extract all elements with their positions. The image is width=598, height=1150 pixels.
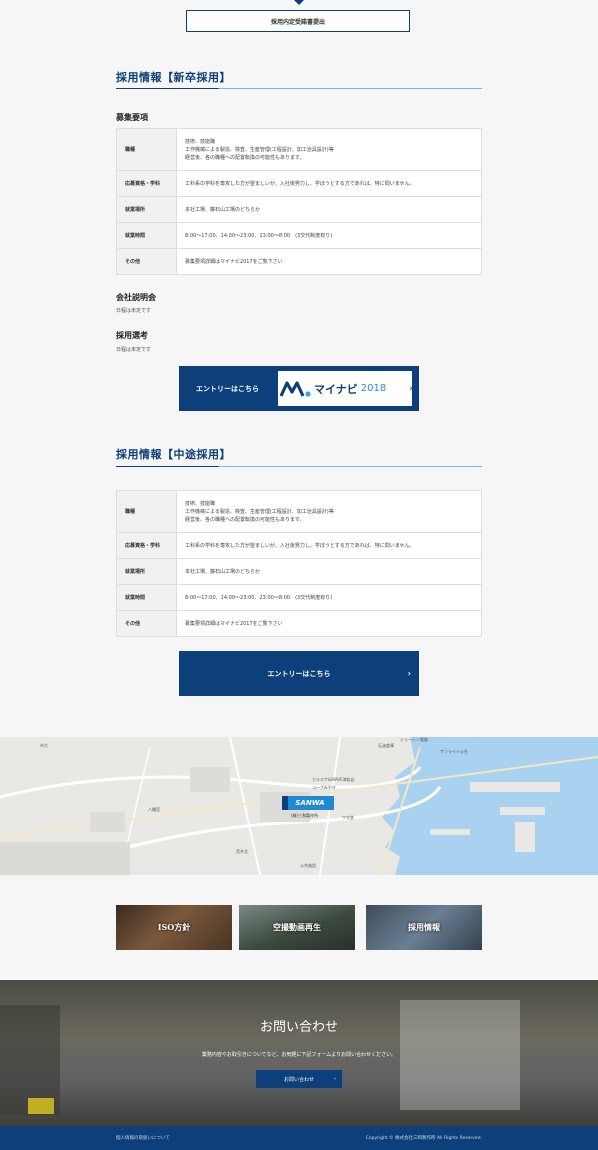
entry-label: エントリーはこちら: [196, 384, 259, 393]
section-divider: [116, 466, 482, 467]
row-key: 職種: [116, 490, 177, 533]
row-value-line: 募集要項詳細はマイナビ2017をご覧下さい: [185, 620, 283, 627]
mid-career-entry-button[interactable]: エントリーはこちら ›: [179, 651, 419, 696]
row-value: 技術、技能職 工作機械による製造、検査、生産管理(工程設計、加工治具設計)等 経営後…: [176, 490, 482, 533]
map-label: 石油倉庫: [378, 743, 394, 748]
map-label: 市大: [40, 743, 48, 748]
row-value: 工科系の学科を専攻した方が望ましいが、入社後努力し、学ぼうとする方であれば、特に…: [176, 532, 482, 559]
table-row: その他 募集要項詳細はマイナビ2017をご覧下さい: [116, 610, 482, 637]
contact-button[interactable]: お問い合わせ ›: [256, 1070, 342, 1088]
row-value-line: 技術、技能職: [185, 500, 216, 507]
table-row: その他 募集要項詳細はマイナビ2017をご覧下さい: [116, 248, 482, 275]
contact-title: お問い合わせ: [259, 1020, 338, 1035]
contact-button-label: お問い合わせ: [283, 1076, 314, 1083]
row-value: 募集要項詳細はマイナビ2017をご覧下さい: [176, 610, 482, 637]
copyright: Copyright © 株式会社三和製作所 All Rights Reserve…: [365, 1136, 482, 1141]
row-key: 就業場所: [116, 196, 177, 223]
row-key: 就業場所: [116, 558, 177, 585]
row-key: 就業時間: [116, 222, 177, 249]
map-pin-icon: [282, 796, 288, 810]
entry-label: エントリーはこちら: [267, 669, 331, 678]
new-grad-title: 採用情報【新卒採用】: [116, 71, 231, 84]
row-key: その他: [116, 248, 177, 275]
map-label: コープみやぎ: [312, 785, 336, 790]
row-key: 応募資格・学科: [116, 170, 177, 197]
mynavi-mark-icon: [279, 380, 311, 397]
table-row: 職種 技術、技能職 工作機械による製造、検査、生産管理(工程設計、加工治具設計)等経…: [116, 128, 482, 171]
table-row: 就業場所 本社工場、藤石山工場のどちらか: [116, 558, 482, 585]
mynavi-text: マイナビ: [314, 382, 358, 396]
row-value: 8:00〜17:00、14:00〜23:00、23:00〜8:00 (3交代制度…: [176, 222, 482, 249]
map-marker-sub: (株)三和製作所: [291, 813, 319, 818]
contact-description: 業務内容やお取引きについてなど、お気軽に下記フォームよりお問い合わせください。: [201, 1052, 397, 1058]
row-key: 職種: [116, 128, 177, 171]
mynavi-logo: マイナビ 2018: [278, 371, 412, 406]
mid-career-requirements-table: 職種 技術、技能職 工作機械による製造、検査、生産管理(工程設計、加工治具設計)等経…: [116, 490, 482, 637]
row-value-line: 本社工場、藤石山工場のどちらか: [185, 568, 261, 575]
table-row: 就業時間 8:00〜17:00、14:00〜23:00、23:00〜8:00 (3…: [116, 584, 482, 611]
row-value: 本社工場、藤石山工場のどちらか: [176, 196, 482, 223]
row-value-line: 工作機械による製造、検査、生産管理(工程設計、加工治具設計)等: [185, 146, 334, 153]
row-value: 募集要項詳細はマイナビ2017をご覧下さい: [176, 248, 482, 275]
row-value: 工科系の学科を専攻した方が望ましいが、入社後努力し、学ぼうとする方であれば、特に…: [176, 170, 482, 197]
map-label: サンライト公社: [440, 749, 468, 754]
table-row: 就業時間 8:00〜17:00、14:00〜23:00、23:00〜8:00 (3…: [116, 222, 482, 249]
briefing-heading: 会社説明会: [116, 292, 156, 302]
row-key: その他: [116, 610, 177, 637]
row-value-line: 工科系の学科を専攻した方が望ましいが、入社後努力し、学ぼうとする方であれば、特に…: [185, 542, 415, 549]
map-label: 荒井北: [236, 849, 248, 854]
row-value-line: 募集要項詳細はマイナビ2017をご覧下さい: [185, 258, 283, 265]
section-divider: [116, 88, 482, 89]
row-key: 応募資格・学科: [116, 532, 177, 559]
chevron-right-icon: ›: [334, 1076, 336, 1082]
iso-policy-link[interactable]: ISO方針: [116, 905, 232, 950]
requirements-heading: 募集要項: [116, 112, 148, 122]
row-value-line: 技術、技能職: [185, 138, 216, 145]
table-row: 応募資格・学科 工科系の学科を専攻した方が望ましいが、入社後努力し、学ぼうとする方…: [116, 170, 482, 197]
map-label: 公共施設: [300, 863, 316, 868]
row-value-line: 経営後、各の職種への配置転換の可能性もあります。: [185, 154, 305, 161]
mynavi-year: 2018: [360, 383, 387, 394]
map-label: 八幡宮: [148, 807, 160, 812]
table-row: 職種 技術、技能職 工作機械による製造、検査、生産管理(工程設計、加工治具設計)等経…: [116, 490, 482, 533]
mynavi-entry-button[interactable]: エントリーはこちら マイナビ 2018 ›: [179, 366, 419, 411]
access-map[interactable]: SANWA (株)三和製作所 石油倉庫 サンライト公社 カラオケ&WAVE津松店…: [0, 737, 598, 875]
map-label: ジョーシン電器: [400, 737, 428, 742]
row-value-line: 工科系の学科を専攻した方が望ましいが、入社後努力し、学ぼうとする方であれば、特に…: [185, 180, 415, 187]
map-label: ワタ鉄: [342, 815, 354, 820]
map-marker-label[interactable]: SANWA: [286, 796, 334, 810]
new-grad-requirements-table: 職種 技術、技能職 工作機械による製造、検査、生産管理(工程設計、加工治具設計)等経…: [116, 128, 482, 275]
aerial-video-link[interactable]: 空撮動画再生: [239, 905, 355, 950]
selection-heading: 採用選考: [116, 330, 148, 340]
privacy-link[interactable]: 個人情報の取扱いについて: [116, 1126, 170, 1150]
row-key: 就業時間: [116, 584, 177, 611]
mid-career-title: 採用情報【中途採用】: [116, 448, 231, 461]
table-row: 就業場所 本社工場、藤石山工場のどちらか: [116, 196, 482, 223]
row-value-line: 工作機械による製造、検査、生産管理(工程設計、加工治具設計)等: [185, 508, 334, 515]
contact-section: お問い合わせ 業務内容やお取引きについてなど、お気軽に下記フォームよりお問い合わ…: [0, 980, 598, 1126]
chevron-right-icon: ›: [409, 383, 413, 394]
row-value: 本社工場、藤石山工場のどちらか: [176, 558, 482, 585]
selection-text: 日程は未定です: [116, 347, 152, 353]
row-value: 8:00〜17:00、14:00〜23:00、23:00〜8:00 (3交代制度…: [176, 584, 482, 611]
table-row: 応募資格・学科 工科系の学科を専攻した方が望ましいが、入社後努力し、学ぼうとする方…: [116, 532, 482, 559]
recruit-link[interactable]: 採用情報: [366, 905, 482, 950]
map-label: カラオケ&WAVE津松店: [312, 777, 355, 782]
row-value-line: 本社工場、藤石山工場のどちらか: [185, 206, 261, 213]
row-value-line: 8:00〜17:00、14:00〜23:00、23:00〜8:00 (3交代制度…: [185, 594, 333, 601]
acceptance-form-button[interactable]: 採用内定受諾書提出: [186, 10, 410, 32]
chevron-right-icon: ›: [407, 669, 411, 678]
down-arrow-icon: [294, 0, 304, 5]
row-value-line: 経営後、各の職種への配置転換の可能性もあります。: [185, 516, 305, 523]
row-value: 技術、技能職 工作機械による製造、検査、生産管理(工程設計、加工治具設計)等 経営後…: [176, 128, 482, 171]
briefing-text: 日程は未定です: [116, 308, 152, 314]
row-value-line: 8:00〜17:00、14:00〜23:00、23:00〜8:00 (3交代制度…: [185, 232, 333, 239]
footer: 個人情報の取扱いについて Copyright © 株式会社三和製作所 All R…: [0, 1126, 598, 1150]
